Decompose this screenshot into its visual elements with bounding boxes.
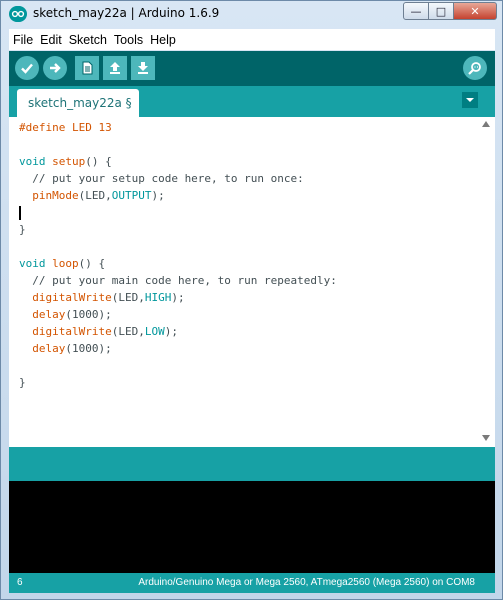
close-icon: ✕ [470,4,480,18]
new-sketch-button[interactable] [75,56,99,80]
code-line [9,204,479,221]
maximize-icon: □ [435,4,447,18]
code-line: // put your main code here, to run repea… [9,272,479,289]
code-line: delay(1000); [9,340,479,357]
code-line-16: } [19,376,26,389]
code-line: #define LED 13 [9,119,479,136]
code-line-11: digitalWrite(LED,HIGH); [32,291,185,304]
code-line-1: #define LED 13 [19,121,112,134]
menu-bar: File Edit Sketch Tools Help [9,29,495,50]
board-port-info: Arduino/Genuino Mega or Mega 2560, ATmeg… [138,577,475,588]
menu-file[interactable]: File [13,33,33,47]
save-icon [138,62,148,74]
close-button[interactable]: ✕ [454,2,497,20]
code-line: void setup() { [9,153,479,170]
text-cursor [19,206,21,220]
verify-button[interactable] [15,56,39,80]
open-icon [110,62,120,74]
code-line-13: digitalWrite(LED,LOW); [32,325,178,338]
open-sketch-button[interactable] [103,56,127,80]
new-icon [82,61,93,75]
code-line-10: // put your main code here, to run repea… [19,274,337,287]
toolbar [9,51,495,86]
scroll-down-icon[interactable] [482,435,490,441]
arduino-logo-icon [9,6,27,22]
tab-bar: sketch_may22a § [9,86,495,117]
status-bar: 6 Arduino/Genuino Mega or Mega 2560, ATm… [9,573,495,593]
upload-button[interactable] [43,56,67,80]
code-line: // put your setup code here, to run once… [9,170,479,187]
code-line-3: void setup() { [19,155,112,168]
code-line-7: } [19,223,26,236]
menu-sketch[interactable]: Sketch [69,33,107,47]
code-line: digitalWrite(LED,HIGH); [9,289,479,306]
tab-menu-button[interactable] [462,92,478,108]
code-editor[interactable]: #define LED 13 void setup() { // put you… [9,117,495,447]
serial-monitor-button[interactable] [463,56,487,80]
save-sketch-button[interactable] [131,56,155,80]
window-controls: — □ ✕ [403,2,497,20]
code-line-14: delay(1000); [32,342,112,355]
maximize-button[interactable]: □ [429,2,454,20]
console-output[interactable] [9,481,495,573]
code-line: } [9,374,479,391]
code-area[interactable]: #define LED 13 void setup() { // put you… [9,119,479,391]
message-area [9,447,495,481]
code-line: delay(1000); [9,306,479,323]
code-line: void loop() { [9,255,479,272]
menu-edit[interactable]: Edit [40,33,62,47]
chevron-down-icon [466,98,474,102]
serial-monitor-icon [468,62,481,75]
minimize-icon: — [410,4,422,18]
code-line-5: pinMode(LED,OUTPUT); [32,189,165,202]
title-bar[interactable]: sketch_may22a | Arduino 1.6.9 — □ ✕ [1,1,502,27]
menu-tools[interactable]: Tools [114,33,143,47]
upload-icon [50,63,61,73]
line-number: 6 [17,577,23,588]
arduino-window: sketch_may22a | Arduino 1.6.9 — □ ✕ File… [0,0,503,600]
code-line-4: // put your setup code here, to run once… [19,172,304,185]
code-line: digitalWrite(LED,LOW); [9,323,479,340]
tab-sketch[interactable]: sketch_may22a § [17,89,139,117]
tab-label: sketch_may22a § [28,96,132,110]
code-line-9: void loop() { [19,257,106,270]
code-line: pinMode(LED,OUTPUT); [9,187,479,204]
minimize-button[interactable]: — [403,2,429,20]
window-title: sketch_may22a | Arduino 1.6.9 [33,6,220,20]
verify-icon [21,63,33,74]
scroll-up-icon[interactable] [482,121,490,127]
code-line-12: delay(1000); [32,308,112,321]
editor-scrollbar[interactable] [479,117,495,447]
menu-help[interactable]: Help [150,33,176,47]
code-line: } [9,221,479,238]
